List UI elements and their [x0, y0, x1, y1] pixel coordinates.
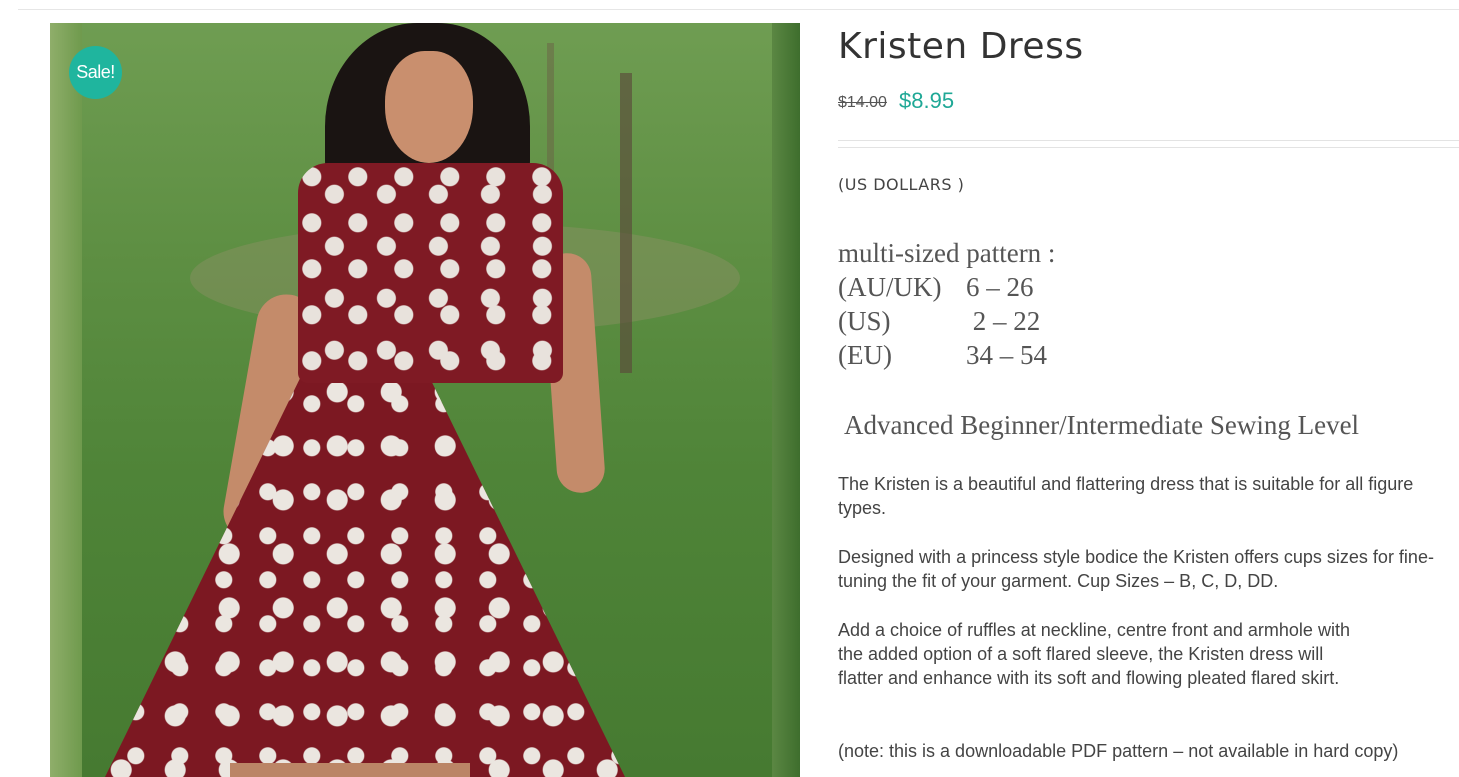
sale-price: $8.95	[899, 88, 955, 113]
sewing-level: Advanced Beginner/Intermediate Sewing Le…	[844, 410, 1360, 440]
photo-model	[385, 51, 473, 163]
description-paragraph: The Kristen is a beautiful and flatterin…	[838, 474, 1414, 518]
photo-background	[772, 23, 800, 777]
photo-dress	[105, 373, 625, 777]
size-chart-heading: multi-sized pattern :	[838, 238, 1056, 268]
size-region: (US)	[838, 306, 891, 336]
divider	[838, 140, 1459, 141]
photo-model	[230, 763, 470, 777]
size-range: 34 – 54	[966, 340, 1047, 370]
photo-background	[50, 23, 82, 777]
divider	[838, 147, 1459, 148]
size-range: 6 – 26	[966, 272, 1034, 302]
photo-tree	[620, 73, 632, 373]
size-region: (EU)	[838, 340, 892, 370]
size-row: (EU) 34 – 54	[838, 338, 1055, 372]
photo-dress	[298, 163, 563, 383]
currency-note: (US DOLLARS )	[838, 175, 965, 194]
size-chart: multi-sized pattern : (AU/UK) 6 – 26 (US…	[838, 236, 1055, 372]
sale-badge: Sale!	[69, 46, 122, 99]
product-image[interactable]	[50, 23, 800, 777]
description-paragraph: Designed with a princess style bodice th…	[838, 547, 1434, 591]
size-range: 2 – 22	[966, 306, 1041, 336]
pdf-note: (note: this is a downloadable PDF patter…	[838, 741, 1399, 761]
size-region: (AU/UK)	[838, 272, 942, 302]
size-row: (US) 2 – 22	[838, 304, 1055, 338]
description-paragraph: Add a choice of ruffles at neckline, cen…	[838, 620, 1350, 688]
product-title: Kristen Dress	[838, 26, 1084, 67]
original-price: $14.00	[838, 94, 887, 111]
top-divider	[18, 9, 1459, 10]
size-row: (AU/UK) 6 – 26	[838, 270, 1055, 304]
